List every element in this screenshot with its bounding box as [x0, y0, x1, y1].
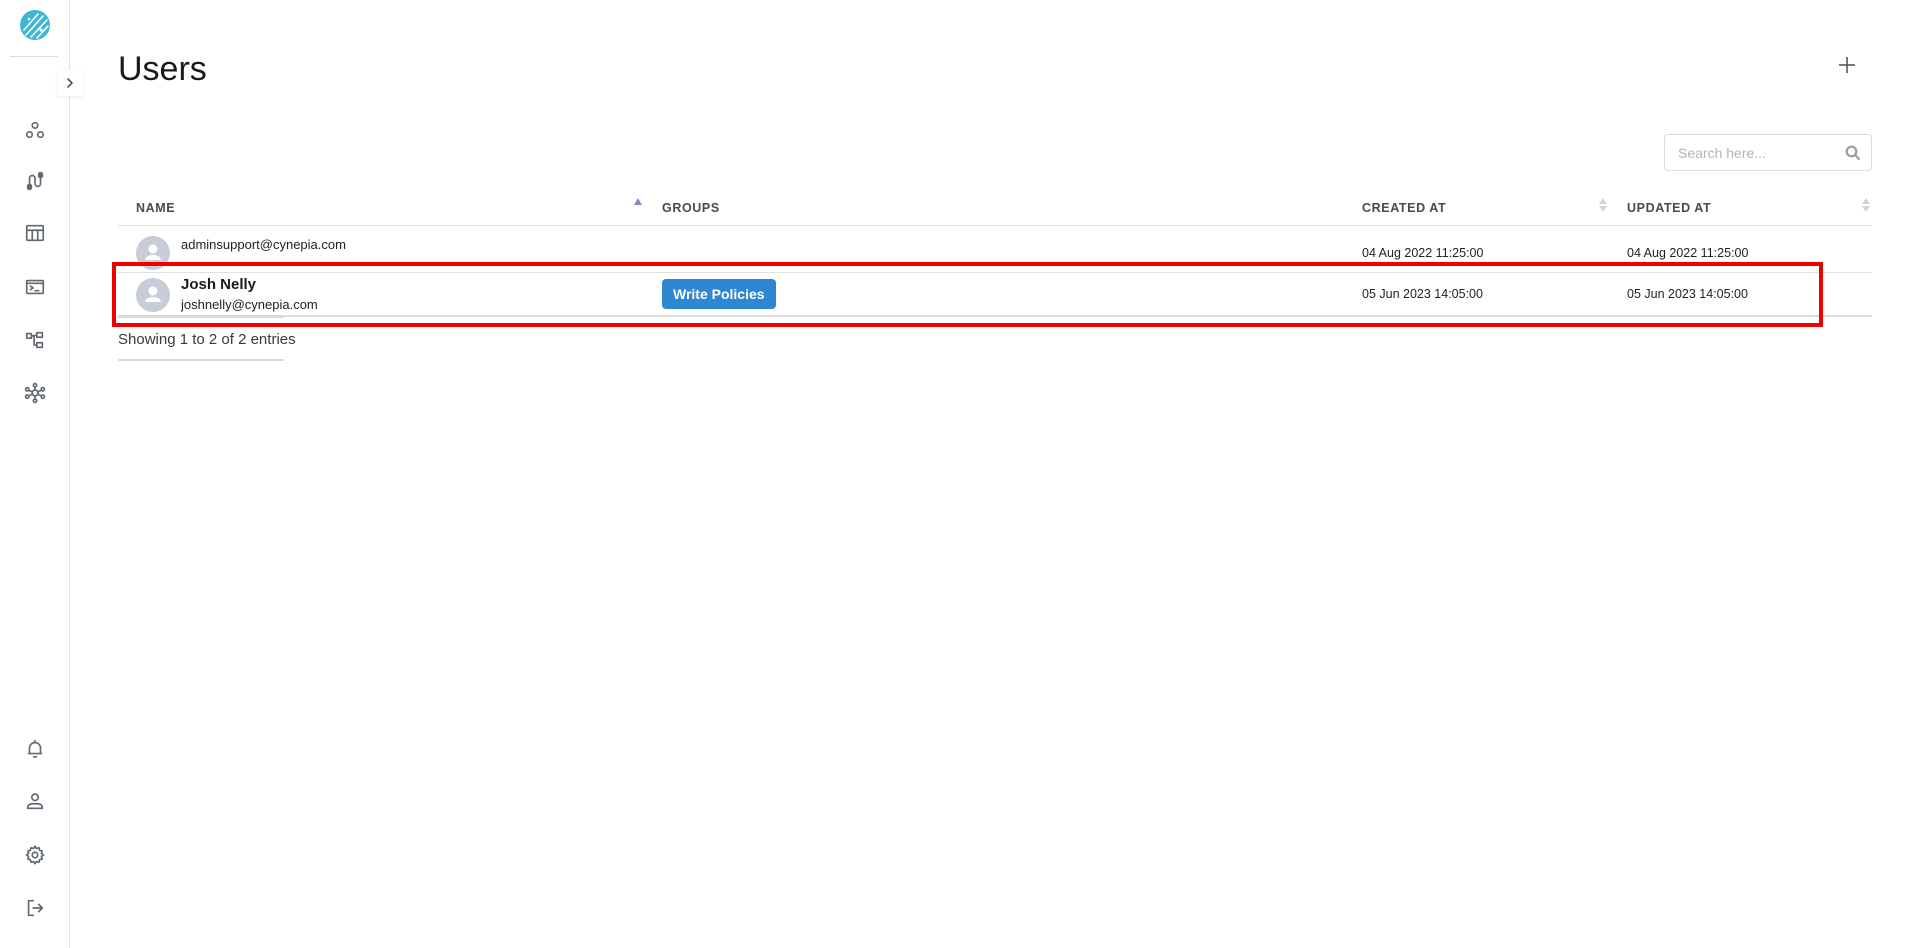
- sidebar-item-profile[interactable]: [23, 789, 47, 813]
- user-avatar-icon: [145, 286, 161, 302]
- table-scrollbar[interactable]: [118, 315, 284, 318]
- gear-icon: [25, 845, 45, 865]
- table-header: NAME GROUPS CREATED AT UPDATED AT: [118, 188, 1872, 226]
- search-icon[interactable]: [1845, 145, 1861, 161]
- table-row[interactable]: adminsupport@cynepia.com 04 Aug 2022 11:…: [118, 226, 1872, 273]
- search-input[interactable]: [1665, 135, 1835, 170]
- search-box: [1664, 134, 1872, 171]
- sidebar-item-logout[interactable]: [23, 896, 47, 920]
- table-icon: [25, 224, 45, 242]
- network-icon: [24, 382, 46, 404]
- created-at: 04 Aug 2022 11:25:00: [1362, 246, 1484, 260]
- column-header-groups: GROUPS: [662, 201, 720, 215]
- expand-sidebar-button[interactable]: [57, 70, 83, 96]
- user-avatar-icon: [145, 244, 161, 260]
- main-content: Users NAME GROUPS CREATED AT UPDATED AT …: [70, 0, 1920, 948]
- logo-icon: [23, 13, 49, 39]
- sidebar-item-nodes[interactable]: [23, 118, 47, 142]
- avatar: [136, 236, 170, 270]
- user-email: adminsupport@cynepia.com: [181, 237, 346, 252]
- updated-at: 04 Aug 2022 11:25:00: [1627, 246, 1749, 260]
- table-row[interactable]: Josh Nelly joshnelly@cynepia.com Write P…: [118, 273, 1872, 317]
- column-header-name[interactable]: NAME: [136, 201, 175, 215]
- sidebar-item-settings[interactable]: [23, 843, 47, 867]
- group-badge[interactable]: Write Policies: [662, 279, 776, 309]
- sidebar-item-notifications[interactable]: [23, 737, 47, 761]
- hierarchy-icon: [25, 331, 44, 349]
- bell-icon: [27, 739, 43, 758]
- footer-divider: [118, 359, 284, 361]
- cynepia-logo[interactable]: [20, 10, 50, 40]
- pipeline-icon: [26, 171, 44, 191]
- column-header-updated-at[interactable]: UPDATED AT: [1627, 201, 1711, 215]
- entries-info: Showing 1 to 2 of 2 entries: [118, 331, 296, 348]
- user-name: Josh Nelly: [181, 276, 257, 293]
- sort-ascending-icon[interactable]: [634, 198, 642, 205]
- sort-icon[interactable]: [1862, 198, 1870, 214]
- users-table: NAME GROUPS CREATED AT UPDATED AT admins…: [118, 188, 1872, 317]
- sidebar-item-hierarchy[interactable]: [23, 328, 47, 352]
- nodes-icon: [25, 121, 45, 139]
- user-email: joshnelly@cynepia.com: [181, 297, 318, 312]
- updated-at: 05 Jun 2023 14:05:00: [1627, 287, 1748, 301]
- sidebar-item-terminal[interactable]: [23, 275, 47, 299]
- sidebar: [0, 0, 83, 948]
- plus-icon: [1839, 57, 1855, 73]
- logout-icon: [27, 899, 44, 917]
- sidebar-item-pipelines[interactable]: [23, 169, 47, 193]
- sort-icon[interactable]: [1599, 198, 1607, 214]
- sidebar-item-tables[interactable]: [23, 221, 47, 245]
- user-icon: [26, 793, 44, 810]
- page-title: Users: [118, 50, 207, 88]
- add-user-button[interactable]: [1836, 54, 1858, 76]
- terminal-icon: [25, 279, 45, 295]
- created-at: 05 Jun 2023 14:05:00: [1362, 287, 1483, 301]
- column-header-created-at[interactable]: CREATED AT: [1362, 201, 1446, 215]
- chevron-right-icon: [67, 78, 73, 88]
- avatar: [136, 278, 170, 312]
- sidebar-divider: [10, 56, 58, 57]
- sidebar-item-network[interactable]: [23, 381, 47, 405]
